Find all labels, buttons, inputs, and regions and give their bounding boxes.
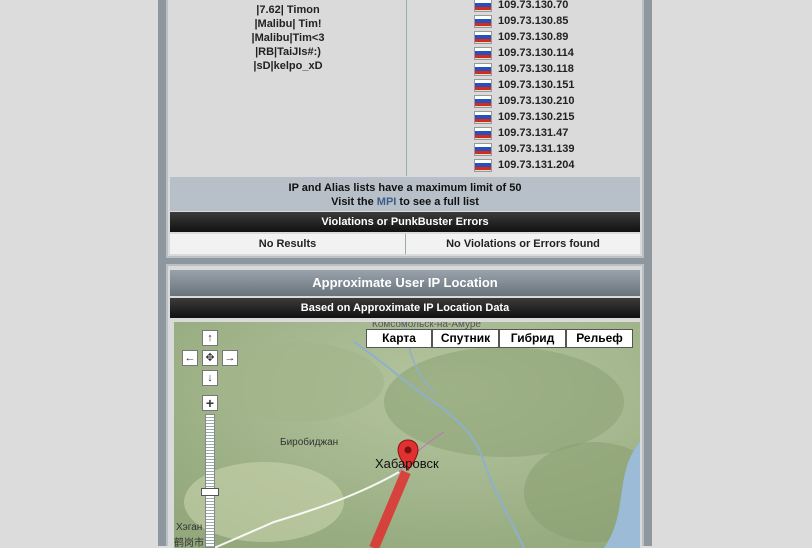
- ip-list: 109.73.130.70 109.73.130.85 109.73.130.8…: [407, 0, 642, 176]
- pan-right-icon[interactable]: →: [222, 350, 238, 366]
- ip-item: 109.73.131.47: [475, 125, 568, 141]
- pan-down-icon[interactable]: ↓: [202, 370, 218, 386]
- russia-flag-icon: [475, 95, 491, 107]
- ip-item: 109.73.130.89: [475, 29, 568, 45]
- russia-flag-icon: [475, 0, 491, 11]
- zoom-in-icon[interactable]: +: [202, 395, 218, 411]
- ip-item: 109.73.130.85: [475, 13, 568, 29]
- full-list-text: to see a full list: [399, 196, 479, 208]
- alias-ip-table: |7.62| Timon |Malibu| Tim! |Malibu|Tim<3…: [170, 0, 640, 176]
- violations-header: Violations or PunkBuster Errors: [170, 212, 640, 232]
- alias-item: |RB|TaiJIs#:): [255, 46, 321, 58]
- ip-item: 109.73.130.70: [475, 0, 568, 13]
- alias-item: |sD|kelpo_xD: [253, 60, 323, 72]
- list-limit-text: IP and Alias lists have a maximum limit …: [288, 182, 522, 194]
- zoom-slider[interactable]: [205, 414, 215, 548]
- alias-list: |7.62| Timon |Malibu| Tim! |Malibu|Tim<3…: [170, 0, 407, 176]
- russia-flag-icon: [475, 63, 491, 75]
- pan-center-icon[interactable]: ✥: [202, 350, 218, 366]
- ip-location-panel: Approximate User IP Location Based on Ap…: [166, 264, 644, 548]
- alias-item: |7.62| Timon: [256, 4, 320, 16]
- ip-item: 109.73.130.118: [475, 61, 574, 77]
- ip-item: 109.73.130.151: [475, 77, 574, 93]
- russia-flag-icon: [475, 79, 491, 91]
- location-title: Approximate User IP Location: [170, 270, 640, 296]
- violations-left-cell: No Results: [170, 234, 406, 254]
- map-type-satellite-button[interactable]: Спутник: [432, 329, 499, 348]
- map-label-city: Хабаровск: [375, 456, 439, 471]
- player-info-panel: |7.62| Timon |Malibu| Tim! |Malibu|Tim<3…: [166, 0, 644, 258]
- russia-flag-icon: [475, 111, 491, 123]
- visit-text: Visit the: [331, 196, 374, 208]
- pan-left-icon[interactable]: ←: [182, 350, 198, 366]
- russia-flag-icon: [475, 127, 491, 139]
- russia-flag-icon: [475, 15, 491, 27]
- map-type-map-button[interactable]: Карта: [366, 329, 432, 348]
- ip-item: 109.73.130.114: [475, 45, 574, 61]
- ip-item: 109.73.130.210: [475, 93, 574, 109]
- russia-flag-icon: [475, 159, 491, 171]
- mpi-line: Visit the MPI to see a full list: [170, 195, 640, 209]
- alias-item: |Malibu| Tim!: [254, 18, 322, 30]
- mpi-link[interactable]: MPI: [377, 196, 397, 208]
- ip-item: 109.73.131.204: [475, 157, 574, 173]
- list-limit-note: IP and Alias lists have a maximum limit …: [170, 177, 640, 211]
- ip-item: 109.73.131.139: [475, 141, 574, 157]
- russia-flag-icon: [475, 143, 491, 155]
- ip-item: 109.73.130.215: [475, 109, 574, 125]
- pan-up-icon[interactable]: ↑: [202, 330, 218, 346]
- alias-item: |Malibu|Tim<3: [251, 32, 325, 44]
- russia-flag-icon: [475, 31, 491, 43]
- map-label-birobidzhan: Биробиджан: [280, 437, 339, 448]
- map-type-terrain-button[interactable]: Рельеф: [566, 329, 633, 348]
- russia-flag-icon: [475, 47, 491, 59]
- location-map[interactable]: Комсомольск-на-Амуре Хабаровск Биробиджа…: [174, 322, 640, 548]
- zoom-slider-handle[interactable]: [201, 488, 219, 496]
- map-type-hybrid-button[interactable]: Гибрид: [499, 329, 566, 348]
- location-subtitle: Based on Approximate IP Location Data: [170, 298, 640, 318]
- route-line: [369, 470, 411, 548]
- violations-right-cell: No Violations or Errors found: [406, 234, 640, 254]
- map-label-hegang: Хэган: [176, 522, 203, 533]
